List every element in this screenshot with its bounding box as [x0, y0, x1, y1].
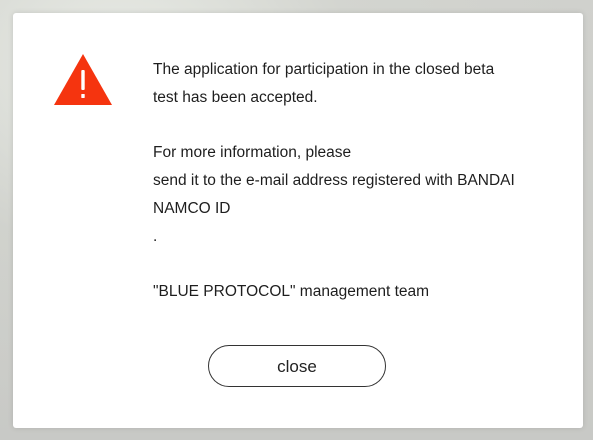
close-button[interactable]: close [208, 345, 386, 387]
message-line: test has been accepted. [153, 89, 318, 106]
message-line: The application for participation in the… [153, 61, 495, 78]
message-line: send it to the e-mail address registered… [153, 172, 515, 189]
message-line: For more information, please [153, 144, 352, 161]
signature-line: "BLUE PROTOCOL" management team [153, 283, 430, 300]
message-line: . [153, 228, 158, 245]
dialog-message: The application for participation in the… [153, 56, 563, 306]
message-line: NAMCO ID [153, 200, 231, 217]
notification-dialog: The application for participation in the… [13, 13, 583, 428]
warning-triangle-icon [54, 54, 112, 105]
